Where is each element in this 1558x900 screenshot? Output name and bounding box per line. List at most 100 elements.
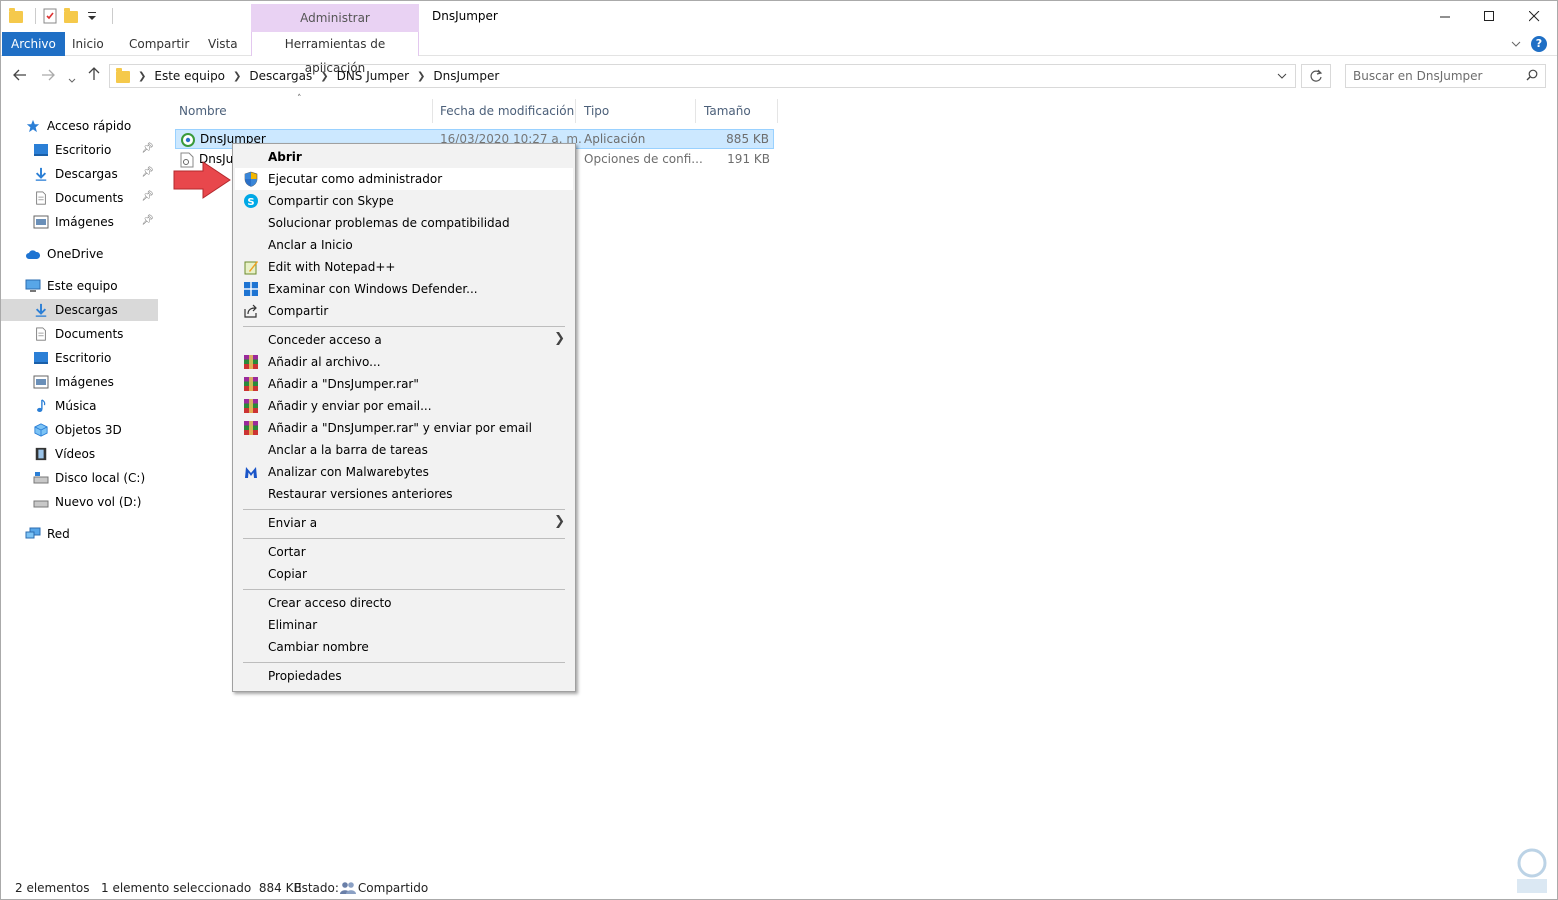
close-button[interactable] (1511, 1, 1557, 32)
properties-icon[interactable] (42, 8, 58, 24)
sidebar-item-onedrive[interactable]: OneDrive (1, 243, 158, 265)
menu-item-anclar-a-inicio[interactable]: Anclar a Inicio (235, 234, 573, 256)
defender-icon (244, 282, 258, 296)
sidebar-item-escritorio-pinned[interactable]: Escritorio 📌︎ (1, 139, 158, 161)
maximize-button[interactable] (1466, 1, 1512, 32)
back-button[interactable] (13, 67, 27, 85)
menu-item-copiar[interactable]: Copiar (235, 563, 573, 585)
help-icon[interactable]: ? (1531, 36, 1547, 52)
breadcrumb-dnsjumper[interactable]: DnsJumper (433, 69, 499, 83)
menu-item-cambiar-nombre[interactable]: Cambiar nombre (235, 636, 573, 658)
expand-ribbon-icon[interactable] (1511, 39, 1521, 49)
sidebar-item-musica[interactable]: Música (1, 395, 158, 417)
drive-icon (33, 500, 49, 508)
sidebar-item-label: Música (55, 399, 97, 413)
sidebar-item-documents[interactable]: Documents (1, 323, 158, 345)
tab-archivo[interactable]: Archivo (2, 32, 65, 56)
column-header-tamano[interactable]: Tamaño (696, 99, 778, 123)
menu-item-restaurar-versiones[interactable]: Restaurar versiones anteriores (235, 483, 573, 505)
menu-item-windows-defender[interactable]: Examinar con Windows Defender... (235, 278, 573, 300)
menu-item-enviar-a[interactable]: Enviar a ❯ (235, 512, 573, 534)
watermark-logo (1517, 848, 1547, 893)
file-type: Aplicación (584, 132, 646, 146)
pictures-icon (33, 215, 49, 229)
breadcrumb-este-equipo[interactable]: Este equipo (154, 69, 225, 83)
sidebar-item-este-equipo[interactable]: Este equipo (1, 275, 158, 297)
menu-item-solucionar-problemas[interactable]: Solucionar problemas de compatibilidad (235, 212, 573, 234)
customize-qat-icon[interactable] (84, 8, 100, 24)
pin-icon[interactable]: 📌︎ (141, 167, 154, 178)
menu-item-crear-acceso-directo[interactable]: Crear acceso directo (235, 592, 573, 614)
back-arrow-icon (13, 69, 26, 81)
recent-locations-button[interactable] (68, 70, 76, 88)
menu-item-anadir-a-rar[interactable]: Añadir a "DnsJumper.rar" (235, 373, 573, 395)
breadcrumb-descargas[interactable]: Descargas (249, 69, 312, 83)
menu-item-anclar-barra-tareas[interactable]: Anclar a la barra de tareas (235, 439, 573, 461)
status-selection: 1 elemento seleccionado 884 KB (101, 881, 302, 895)
menu-item-anadir-al-archivo[interactable]: Añadir al archivo... (235, 351, 573, 373)
dnsjumper-app-icon (181, 133, 195, 147)
menu-item-eliminar[interactable]: Eliminar (235, 614, 573, 636)
address-dropdown-icon[interactable] (1277, 69, 1287, 83)
column-header-nombre[interactable]: Nombre (171, 99, 433, 123)
skype-icon: S (244, 194, 258, 208)
video-icon (35, 447, 47, 461)
sidebar-item-descargas-pinned[interactable]: Descargas 📌︎ (1, 163, 158, 185)
search-box[interactable] (1345, 64, 1546, 88)
chevron-right-icon[interactable]: ❯ (138, 71, 146, 82)
menu-item-compartir[interactable]: Compartir (235, 300, 573, 322)
sidebar-item-escritorio[interactable]: Escritorio (1, 347, 158, 369)
title-bar: Administrar DnsJumper (1, 1, 1557, 32)
address-bar[interactable]: ❯ Este equipo ❯ Descargas ❯ DNS Jumper ❯… (109, 64, 1296, 88)
menu-item-ejecutar-como-administrador[interactable]: Ejecutar como administrador (235, 168, 573, 190)
column-header-fecha[interactable]: Fecha de modificación (432, 99, 576, 123)
chevron-right-icon: ❯ (554, 331, 565, 346)
close-icon (1528, 11, 1539, 22)
sidebar-item-descargas[interactable]: Descargas (1, 299, 158, 321)
tab-compartir[interactable]: Compartir (120, 32, 198, 56)
tab-inicio[interactable]: Inicio (63, 32, 113, 56)
sidebar-item-red[interactable]: Red (1, 523, 158, 545)
sidebar-item-disco-local-c[interactable]: Disco local (C:) (1, 467, 158, 489)
menu-item-edit-with-notepad[interactable]: Edit with Notepad++ (235, 256, 573, 278)
menu-item-cortar[interactable]: Cortar (235, 541, 573, 563)
menu-item-propiedades[interactable]: Propiedades (235, 665, 573, 687)
tab-vista[interactable]: Vista (199, 32, 247, 56)
navigation-bar: ❯ Este equipo ❯ Descargas ❯ DNS Jumper ❯… (1, 57, 1557, 95)
sidebar-item-videos[interactable]: Vídeos (1, 443, 158, 465)
sidebar-item-label: Acceso rápido (47, 119, 132, 133)
sidebar-item-objetos-3d[interactable]: Objetos 3D (1, 419, 158, 441)
chevron-right-icon[interactable]: ❯ (417, 71, 425, 82)
minimize-button[interactable] (1422, 1, 1468, 32)
menu-separator (243, 662, 565, 663)
new-folder-icon[interactable] (64, 8, 78, 23)
sidebar-item-acceso-rapido[interactable]: Acceso rápido (1, 115, 158, 137)
sidebar-item-imagenes[interactable]: Imágenes (1, 371, 158, 393)
pin-icon[interactable]: 📌︎ (141, 215, 154, 226)
pin-icon[interactable]: 📌︎ (141, 191, 154, 202)
search-input[interactable] (1346, 65, 1516, 87)
menu-item-anadir-y-enviar[interactable]: Añadir y enviar por email... (235, 395, 573, 417)
sidebar-item-documents-pinned[interactable]: Documents 📌︎ (1, 187, 158, 209)
chevron-right-icon[interactable]: ❯ (233, 71, 241, 82)
menu-item-conceder-acceso-a[interactable]: Conceder acceso a ❯ (235, 329, 573, 351)
sidebar-item-imagenes-pinned[interactable]: Imágenes 📌︎ (1, 211, 158, 233)
menu-item-anadir-rar-y-enviar[interactable]: Añadir a "DnsJumper.rar" y enviar por em… (235, 417, 573, 439)
tab-herramientas-de-aplicacion[interactable]: Herramientas de aplicación (251, 32, 419, 75)
menu-separator (243, 509, 565, 510)
explorer-window: Administrar DnsJumper Archivo Inicio Com… (0, 0, 1558, 900)
menu-item-compartir-con-skype[interactable]: S Compartir con Skype (235, 190, 573, 212)
menu-item-analizar-malwarebytes[interactable]: Analizar con Malwarebytes (235, 461, 573, 483)
sidebar-item-label: Nuevo vol (D:) (55, 495, 142, 509)
menu-item-abrir[interactable]: Abrir (235, 146, 573, 168)
breadcrumb-dns-jumper[interactable]: DNS Jumper (337, 69, 409, 83)
up-button[interactable] (88, 67, 100, 85)
pin-icon[interactable]: 📌︎ (141, 143, 154, 154)
quick-access-toolbar (9, 8, 113, 24)
search-icon[interactable] (1526, 69, 1538, 81)
forward-button[interactable] (41, 67, 55, 85)
column-header-tipo[interactable]: Tipo (576, 99, 696, 123)
sidebar-item-nuevo-vol-d[interactable]: Nuevo vol (D:) (1, 491, 158, 513)
refresh-button[interactable] (1301, 64, 1331, 88)
chevron-right-icon[interactable]: ❯ (320, 71, 328, 82)
